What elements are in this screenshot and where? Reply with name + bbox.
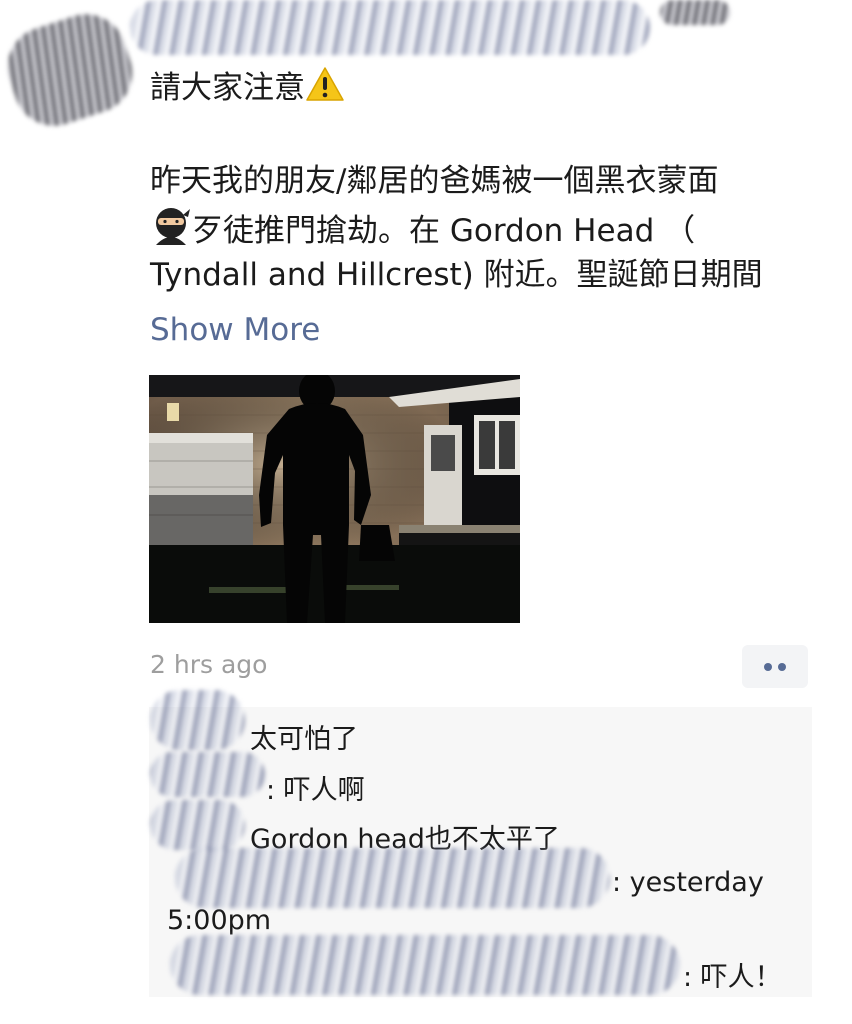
post-body-line-2: 歹徒推門搶劫。在 Gordon Head （: [150, 205, 820, 259]
redacted-commenter-name: [175, 848, 610, 908]
post-timestamp: 2 hrs ago: [150, 650, 268, 679]
post-body-line-1: 昨天我的朋友/鄰居的爸媽被一個黑衣蒙面: [150, 163, 719, 199]
post-photo[interactable]: [149, 375, 520, 623]
redacted-avatar: [0, 3, 143, 137]
comment-2-text: : 吓人啊: [266, 775, 365, 806]
comment-1-text: 太可怕了: [250, 724, 358, 755]
redacted-commenter-name: [150, 800, 245, 850]
more-options-button[interactable]: [742, 645, 808, 688]
redacted-header-scribble: [660, 0, 730, 25]
post-heading: 請大家注意: [150, 65, 820, 116]
redacted-commenter-name: [150, 690, 245, 750]
redacted-header-scribble: [130, 0, 650, 55]
redacted-commenter-name: [150, 752, 265, 797]
comment-4-text: : yesterday: [612, 867, 764, 898]
show-more-link[interactable]: Show More: [150, 312, 320, 348]
more-dot-icon: [764, 663, 772, 671]
post-body-line-3: Tyndall and Hillcrest) 附近。聖誕節日期間: [150, 257, 763, 293]
more-dot-icon: [778, 663, 786, 671]
warning-icon: [305, 66, 345, 116]
ninja-icon: [150, 205, 192, 259]
redacted-commenter-name: [170, 935, 680, 995]
comment-4-text-cont: 5:00pm: [167, 905, 272, 936]
comment-5-text: : 吓人！: [683, 962, 782, 993]
